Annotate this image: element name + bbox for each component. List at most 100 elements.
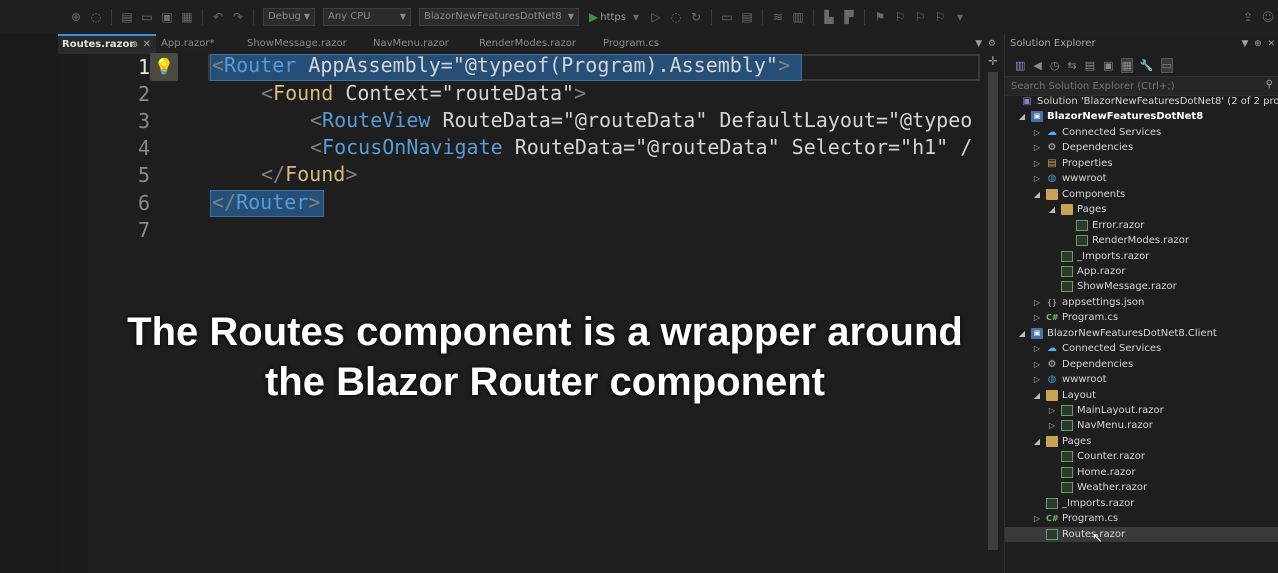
collapsed-arrow-icon[interactable]: ▷: [1032, 511, 1042, 526]
tree-item[interactable]: ▷ {} appsettings.json: [1005, 295, 1278, 310]
bookmark-icon[interactable]: ⚑: [873, 10, 887, 24]
collapsed-arrow-icon[interactable]: ▷: [1032, 140, 1042, 155]
tab-app-razor[interactable]: App.razor*: [157, 34, 243, 54]
preview-icon[interactable]: ▭: [1160, 57, 1174, 73]
expanded-arrow-icon[interactable]: ◢: [1032, 388, 1042, 403]
tree-item[interactable]: Home.razor: [1005, 465, 1278, 480]
tree-item[interactable]: ▷ MainLayout.razor: [1005, 403, 1278, 418]
tree-item[interactable]: ▷ ☁ Connected Services: [1005, 341, 1278, 356]
run-target-label[interactable]: https: [600, 12, 626, 23]
close-icon[interactable]: ✕: [1267, 39, 1275, 49]
editor-vertical-scrollbar[interactable]: ✛: [984, 54, 1002, 573]
hot-reload-icon[interactable]: ↻: [689, 10, 703, 24]
tree-item[interactable]: ▷ ◍ wwwroot: [1005, 171, 1278, 186]
browser-link-icon[interactable]: ◌: [669, 10, 683, 24]
scrollbar-thumb[interactable]: [988, 72, 998, 550]
expanded-arrow-icon[interactable]: ◢: [1017, 109, 1027, 124]
tree-item[interactable]: ◢ Layout: [1005, 388, 1278, 403]
tab-list-icon[interactable]: ▼: [975, 39, 982, 49]
tree-item[interactable]: ▷ C# Program.cs: [1005, 511, 1278, 526]
search-input[interactable]: [1005, 77, 1251, 95]
tab-routes-razor[interactable]: Routes.razor ⊕ ✕: [58, 34, 156, 54]
collapsed-arrow-icon[interactable]: ▷: [1047, 418, 1057, 433]
tree-item[interactable]: Weather.razor: [1005, 480, 1278, 495]
navigate-forward-icon[interactable]: ◌: [89, 10, 103, 24]
tree-item[interactable]: ◢ ▣ BlazorNewFeaturesDotNet8: [1005, 109, 1278, 124]
pin-icon[interactable]: ⊕: [1254, 39, 1262, 49]
vs-icon[interactable]: ▥: [1015, 59, 1025, 72]
tree-item[interactable]: ▷ ⚙ Dependencies: [1005, 357, 1278, 372]
collapsed-arrow-icon[interactable]: ▷: [1032, 357, 1042, 372]
navigate-back-icon[interactable]: ⊕: [69, 10, 83, 24]
comment-icon[interactable]: ▙: [822, 10, 836, 24]
tree-item[interactable]: Routes.razor: [1005, 526, 1278, 542]
undo-icon[interactable]: ↶: [211, 10, 225, 24]
tab-navmenu-razor[interactable]: NavMenu.razor: [369, 34, 475, 54]
tree-item[interactable]: ◢ Pages: [1005, 202, 1278, 217]
feedback-icon[interactable]: ☺: [1261, 10, 1275, 24]
live-share-icon[interactable]: ⇪: [1241, 10, 1255, 24]
expanded-arrow-icon[interactable]: ◢: [1047, 202, 1057, 217]
collapse-all-icon[interactable]: ▤: [1085, 59, 1095, 72]
close-icon[interactable]: ✕: [143, 36, 151, 54]
tree-item[interactable]: ◢ Pages: [1005, 434, 1278, 449]
chevron-down-icon[interactable]: ▼: [1242, 39, 1249, 49]
expanded-arrow-icon[interactable]: ◢: [1032, 187, 1042, 202]
code-line[interactable]: <Router AppAssembly="@typeof(Program).As…: [212, 52, 790, 79]
tree-item[interactable]: App.razor: [1005, 264, 1278, 279]
tree-item[interactable]: ▷ ⚙ Dependencies: [1005, 140, 1278, 155]
format-icon[interactable]: ≋: [771, 10, 785, 24]
configuration-dropdown[interactable]: Debug ▼: [263, 8, 315, 26]
tree-item[interactable]: ◢ ▣ BlazorNewFeaturesDotNet8.Client: [1005, 326, 1278, 341]
show-all-files-icon[interactable]: ▣: [1103, 59, 1113, 72]
tree-item[interactable]: _Imports.razor: [1005, 249, 1278, 264]
tree-item[interactable]: _Imports.razor: [1005, 496, 1278, 511]
settings-icon[interactable]: ⚙: [988, 39, 996, 49]
collapsed-arrow-icon[interactable]: ▷: [1032, 341, 1042, 356]
code-line[interactable]: </Found>: [261, 161, 357, 188]
collapsed-arrow-icon[interactable]: ▷: [1032, 372, 1042, 387]
chevron-down-icon[interactable]: ▾: [953, 10, 967, 24]
tree-item[interactable]: ▷ NavMenu.razor: [1005, 418, 1278, 433]
tree-item[interactable]: ◢ Components: [1005, 187, 1278, 202]
save-icon[interactable]: ▣: [160, 10, 174, 24]
tree-item[interactable]: ▷ C# Program.cs: [1005, 310, 1278, 325]
lightbulb-icon[interactable]: 💡: [150, 53, 178, 81]
tab-showmessage-razor[interactable]: ShowMessage.razor: [243, 34, 368, 54]
tab-rendermodes-razor[interactable]: RenderModes.razor: [475, 34, 599, 54]
filter-icon[interactable]: ▦: [1120, 57, 1133, 73]
code-line[interactable]: </Router>: [212, 189, 320, 216]
open-folder-icon[interactable]: ▭: [140, 10, 154, 24]
collapsed-arrow-icon[interactable]: ▷: [1032, 156, 1042, 171]
collapsed-arrow-icon[interactable]: ▷: [1047, 403, 1057, 418]
redo-icon[interactable]: ↷: [231, 10, 245, 24]
solution-search-box[interactable]: ⚲: [1005, 76, 1278, 96]
platform-dropdown[interactable]: Any CPU ▼: [323, 8, 411, 26]
tree-item[interactable]: RenderModes.razor: [1005, 233, 1278, 248]
bookmark-clear-icon[interactable]: ⚐: [933, 10, 947, 24]
startup-project-dropdown[interactable]: BlazorNewFeaturesDotNet8 ▼: [419, 8, 579, 26]
align-icon[interactable]: ▥: [791, 10, 805, 24]
collapsed-arrow-icon[interactable]: ▷: [1032, 125, 1042, 140]
back-icon[interactable]: ◀: [1033, 59, 1041, 72]
properties-icon[interactable]: 🔧: [1140, 59, 1154, 72]
bookmark-prev-icon[interactable]: ⚐: [893, 10, 907, 24]
save-all-icon[interactable]: ▦: [180, 10, 194, 24]
window-layout-icon[interactable]: ▭: [720, 10, 734, 24]
sync-icon[interactable]: ⇆: [1067, 59, 1076, 72]
chevron-down-icon[interactable]: ▾: [629, 10, 643, 24]
expanded-arrow-icon[interactable]: ◢: [1032, 434, 1042, 449]
tree-item[interactable]: Error.razor: [1005, 218, 1278, 233]
tree-item[interactable]: ShowMessage.razor: [1005, 279, 1278, 294]
tree-item[interactable]: ▷ ☁ Connected Services: [1005, 125, 1278, 140]
expanded-arrow-icon[interactable]: ◢: [1017, 326, 1027, 341]
start-without-debugging-icon[interactable]: ▷: [649, 10, 663, 24]
code-line[interactable]: <FocusOnNavigate RouteData="@routeData" …: [310, 134, 972, 161]
tree-item[interactable]: ▷ ▤ Properties: [1005, 156, 1278, 171]
run-icon[interactable]: ▶: [589, 10, 598, 24]
split-editor-icon[interactable]: ✛: [988, 54, 998, 68]
code-line[interactable]: <Found Context="routeData">: [261, 80, 586, 107]
collapsed-arrow-icon[interactable]: ▷: [1032, 310, 1042, 325]
collapsed-arrow-icon[interactable]: ▷: [1032, 295, 1042, 310]
uncomment-icon[interactable]: ▛: [842, 10, 856, 24]
